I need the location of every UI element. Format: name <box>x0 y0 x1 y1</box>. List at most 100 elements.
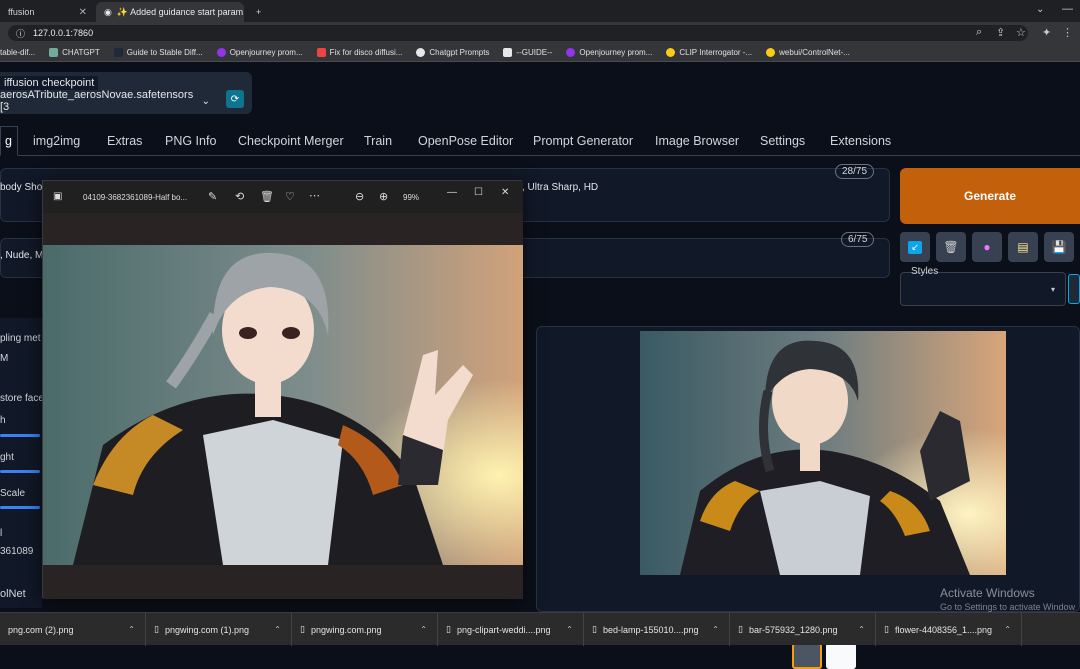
openjourney-icon <box>216 48 226 57</box>
bookmark-item[interactable]: webui/ControlNet-... <box>766 48 850 57</box>
width-label: h <box>0 415 6 426</box>
cfg-scale-slider[interactable] <box>0 506 40 509</box>
controlnet-label[interactable]: olNet <box>0 588 26 600</box>
minimize-icon[interactable]: — <box>447 187 457 198</box>
arrow-icon: ↙ <box>908 240 922 254</box>
tab-img2img[interactable]: img2img <box>33 126 80 156</box>
tab-openpose-editor[interactable]: OpenPose Editor <box>418 126 513 156</box>
star-icon[interactable]: ☆ <box>1016 26 1026 39</box>
chevron-down-icon: ⌄ <box>201 95 210 107</box>
positive-prompt-text-right: , Ultra Sharp, HD <box>522 182 599 193</box>
heart-icon[interactable]: ♡ <box>285 190 295 203</box>
chevron-up-icon[interactable]: ⌃ <box>1004 625 1011 634</box>
save-style-button[interactable]: 💾 <box>1044 232 1074 262</box>
download-item[interactable]: ▯ flower-4408356_1....png ⌃ <box>876 613 1022 646</box>
bookmark-item[interactable]: CLIP Interrogator -... <box>666 48 752 57</box>
checkpoint-value: aerosATribute_aerosNovae.safetensors [3 <box>0 89 194 113</box>
height-slider[interactable] <box>0 470 40 473</box>
download-item[interactable]: ▯ pngwing.com (1).png ⌃ <box>146 613 292 646</box>
restore-faces-label[interactable]: store face <box>0 393 44 404</box>
file-icon: ▯ <box>446 624 451 634</box>
zoom-level: 99% <box>403 193 420 202</box>
bookmark-item[interactable]: Openjourney prom... <box>216 48 303 57</box>
trash-icon: 🗑 <box>943 240 959 254</box>
output-gallery <box>536 326 1080 669</box>
negative-prompt-text: , Nude, M <box>0 250 44 261</box>
bookmark-item[interactable]: Openjourney prom... <box>566 48 652 57</box>
maximize-icon[interactable]: ☐ <box>474 187 483 198</box>
download-item[interactable]: ▯ pngwing.com.png ⌃ <box>292 613 438 646</box>
rotate-icon[interactable]: ⟲ <box>235 190 244 203</box>
paste-params-button[interactable]: ↙ <box>900 232 930 262</box>
sampler-value[interactable]: M <box>0 353 8 364</box>
tab-extras[interactable]: Extras <box>107 126 142 156</box>
download-item[interactable]: png.com (2).png ⌃ <box>0 613 146 646</box>
tab-image-browser[interactable]: Image Browser <box>655 126 739 156</box>
tab-checkpoint-merger[interactable]: Checkpoint Merger <box>238 126 344 156</box>
tab-png-info[interactable]: PNG Info <box>165 126 216 156</box>
download-item[interactable]: ▯ png-clipart-weddi....png ⌃ <box>438 613 584 646</box>
tab-settings[interactable]: Settings <box>760 126 805 156</box>
close-icon[interactable]: ✕ <box>79 7 87 18</box>
width-slider[interactable] <box>0 434 40 437</box>
huggingface-icon <box>766 48 776 57</box>
tab-label: ffusion <box>8 7 35 17</box>
openjourney-icon <box>566 48 576 57</box>
chevron-up-icon[interactable]: ⌃ <box>274 625 281 634</box>
checkpoint-dropdown[interactable]: aerosATribute_aerosNovae.safetensors [3 … <box>0 89 216 113</box>
extra-networks-button[interactable]: ● <box>972 232 1002 262</box>
viewer-filmstrip-area <box>43 565 523 599</box>
clipboard-icon: ▤ <box>1017 240 1029 254</box>
refresh-checkpoint-button[interactable]: ⟳ <box>226 90 244 108</box>
zoom-in-icon[interactable]: ⊕ <box>379 190 388 203</box>
share-icon[interactable]: ⇪ <box>996 26 1005 39</box>
styles-dropdown[interactable]: ▾ <box>900 272 1066 306</box>
chevron-up-icon[interactable]: ⌃ <box>420 625 427 634</box>
save-icon: 💾 <box>1051 240 1067 254</box>
clear-prompt-button[interactable]: 🗑 <box>936 232 966 262</box>
download-item[interactable]: ▯ bed-lamp-155010....png ⌃ <box>584 613 730 646</box>
chevron-up-icon[interactable]: ⌃ <box>566 625 573 634</box>
delete-icon[interactable]: 🗑 <box>260 190 274 203</box>
extensions-icon[interactable]: ✦ <box>1042 26 1051 39</box>
downloads-bar: png.com (2).png ⌃ ▯ pngwing.com (1).png ⌃ ▯… <box>0 612 1080 646</box>
chevron-up-icon[interactable]: ⌃ <box>712 625 719 634</box>
gallery-thumbnail-1[interactable] <box>792 643 822 669</box>
chevron-up-icon[interactable]: ⌃ <box>858 625 865 634</box>
gallery-thumbnail-2[interactable] <box>826 643 856 669</box>
zoom-icon[interactable]: ⌕ <box>976 26 982 39</box>
tab-prompt-generator[interactable]: Prompt Generator <box>533 126 633 156</box>
browser-tab-2[interactable]: ◉ ✨ Added guidance start param ✕ <box>96 2 244 22</box>
style-refresh-button[interactable] <box>1068 274 1080 304</box>
viewer-image[interactable] <box>43 245 523 565</box>
chevron-up-icon[interactable]: ⌃ <box>128 625 135 634</box>
menu-icon[interactable]: ⋮ <box>1062 26 1073 39</box>
seed-label: l <box>0 528 3 539</box>
generate-button[interactable]: Generate <box>900 168 1080 224</box>
github-icon: ◉ <box>104 6 112 17</box>
seed-input[interactable]: 361089 <box>0 546 33 557</box>
tab-train[interactable]: Train <box>364 126 392 156</box>
bookmark-item[interactable]: CHATGPT <box>49 48 100 57</box>
url-input[interactable]: ⓘ 127.0.0.1:7860 <box>8 25 1028 41</box>
more-icon[interactable]: ⋯ <box>309 189 320 202</box>
generated-image[interactable] <box>640 331 1006 575</box>
tab-txt2img[interactable]: g <box>0 126 18 156</box>
browser-tab-1[interactable]: ffusion ✕ <box>0 2 95 22</box>
download-item[interactable]: ▯ bar-575932_1280.png ⌃ <box>730 613 876 646</box>
chevron-down-icon[interactable]: ⌄ <box>1036 4 1044 15</box>
close-icon[interactable]: ✕ <box>501 187 509 198</box>
tab-extensions[interactable]: Extensions <box>830 126 891 156</box>
bookmark-item[interactable]: Guide to Stable Diff... <box>113 48 203 57</box>
huggingface-icon <box>666 48 676 57</box>
browser-tab-strip: ffusion ✕ ◉ ✨ Added guidance start param… <box>0 0 1080 22</box>
bookmark-item[interactable]: Chatgpt Prompts <box>416 48 489 57</box>
edit-icon[interactable]: ✎ <box>208 190 217 203</box>
zoom-out-icon[interactable]: ⊖ <box>355 190 364 203</box>
bookmark-item[interactable]: Fix for disco diffusi... <box>316 48 402 57</box>
bookmark-item[interactable]: --GUIDE-- <box>503 48 552 57</box>
bookmark-item[interactable]: table-dif... <box>0 48 35 57</box>
new-tab-button[interactable]: + <box>248 2 269 22</box>
minimize-icon[interactable]: — <box>1062 3 1073 15</box>
apply-style-button[interactable]: ▤ <box>1008 232 1038 262</box>
